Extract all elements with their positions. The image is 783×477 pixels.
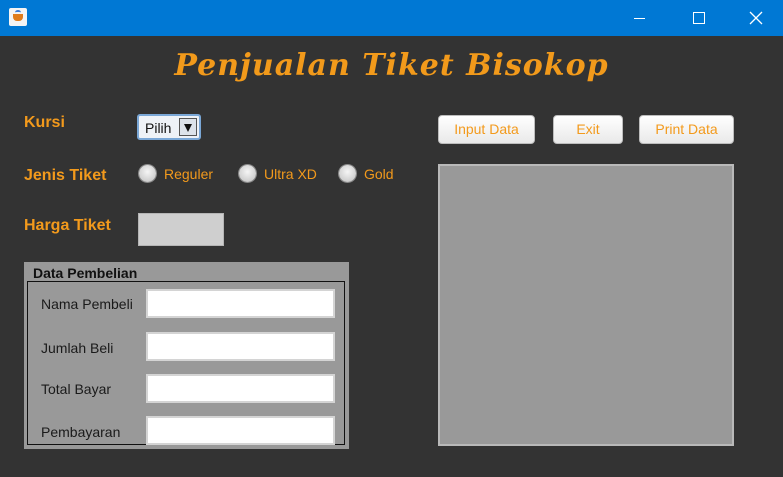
- maximize-button[interactable]: [669, 0, 727, 36]
- radio-gold-label[interactable]: Gold: [364, 166, 394, 182]
- kursi-dropdown[interactable]: Pilih: [137, 114, 201, 140]
- app-heading: Penjualan Tiket Bisokop: [174, 48, 609, 83]
- exit-button[interactable]: Exit: [553, 115, 623, 144]
- harga-tiket-label: Harga Tiket: [24, 217, 111, 234]
- java-cup-icon: [9, 8, 27, 26]
- total-bayar-field[interactable]: [146, 374, 335, 403]
- maximize-icon: [693, 12, 705, 24]
- close-icon: [749, 11, 763, 25]
- pembayaran-field[interactable]: [146, 416, 335, 445]
- close-button[interactable]: [727, 0, 783, 36]
- radio-gold[interactable]: [339, 165, 356, 182]
- data-pembelian-title: Data Pembelian: [33, 265, 138, 281]
- radio-reguler[interactable]: [139, 165, 156, 182]
- total-bayar-label: Total Bayar: [41, 381, 112, 397]
- minimize-icon: [634, 18, 645, 19]
- pembayaran-label: Pembayaran: [41, 424, 121, 440]
- jumlah-beli-label: Jumlah Beli: [41, 340, 114, 356]
- radio-ultra-xd-label[interactable]: Ultra XD: [264, 166, 317, 182]
- minimize-button[interactable]: [611, 0, 669, 36]
- nama-pembeli-label: Nama Pembeli: [41, 296, 133, 312]
- data-pembelian-panel: Data Pembelian Nama Pembeli Jumlah Beli …: [24, 262, 349, 449]
- window-titlebar[interactable]: [0, 0, 783, 36]
- kursi-label: Kursi: [24, 114, 65, 131]
- input-data-button[interactable]: Input Data: [438, 115, 535, 144]
- nama-pembeli-field[interactable]: [146, 289, 335, 318]
- jenis-tiket-label: Jenis Tiket: [24, 167, 107, 184]
- kursi-dropdown-value: Pilih: [145, 120, 172, 136]
- chevron-down-icon[interactable]: [179, 118, 197, 136]
- radio-reguler-label[interactable]: Reguler: [164, 166, 213, 182]
- print-data-button[interactable]: Print Data: [639, 115, 734, 144]
- radio-ultra-xd[interactable]: [239, 165, 256, 182]
- data-pembelian-group: Nama Pembeli Jumlah Beli Total Bayar Pem…: [27, 281, 345, 445]
- harga-tiket-field[interactable]: [138, 213, 224, 246]
- output-text-area[interactable]: [438, 164, 734, 446]
- jumlah-beli-field[interactable]: [146, 332, 335, 361]
